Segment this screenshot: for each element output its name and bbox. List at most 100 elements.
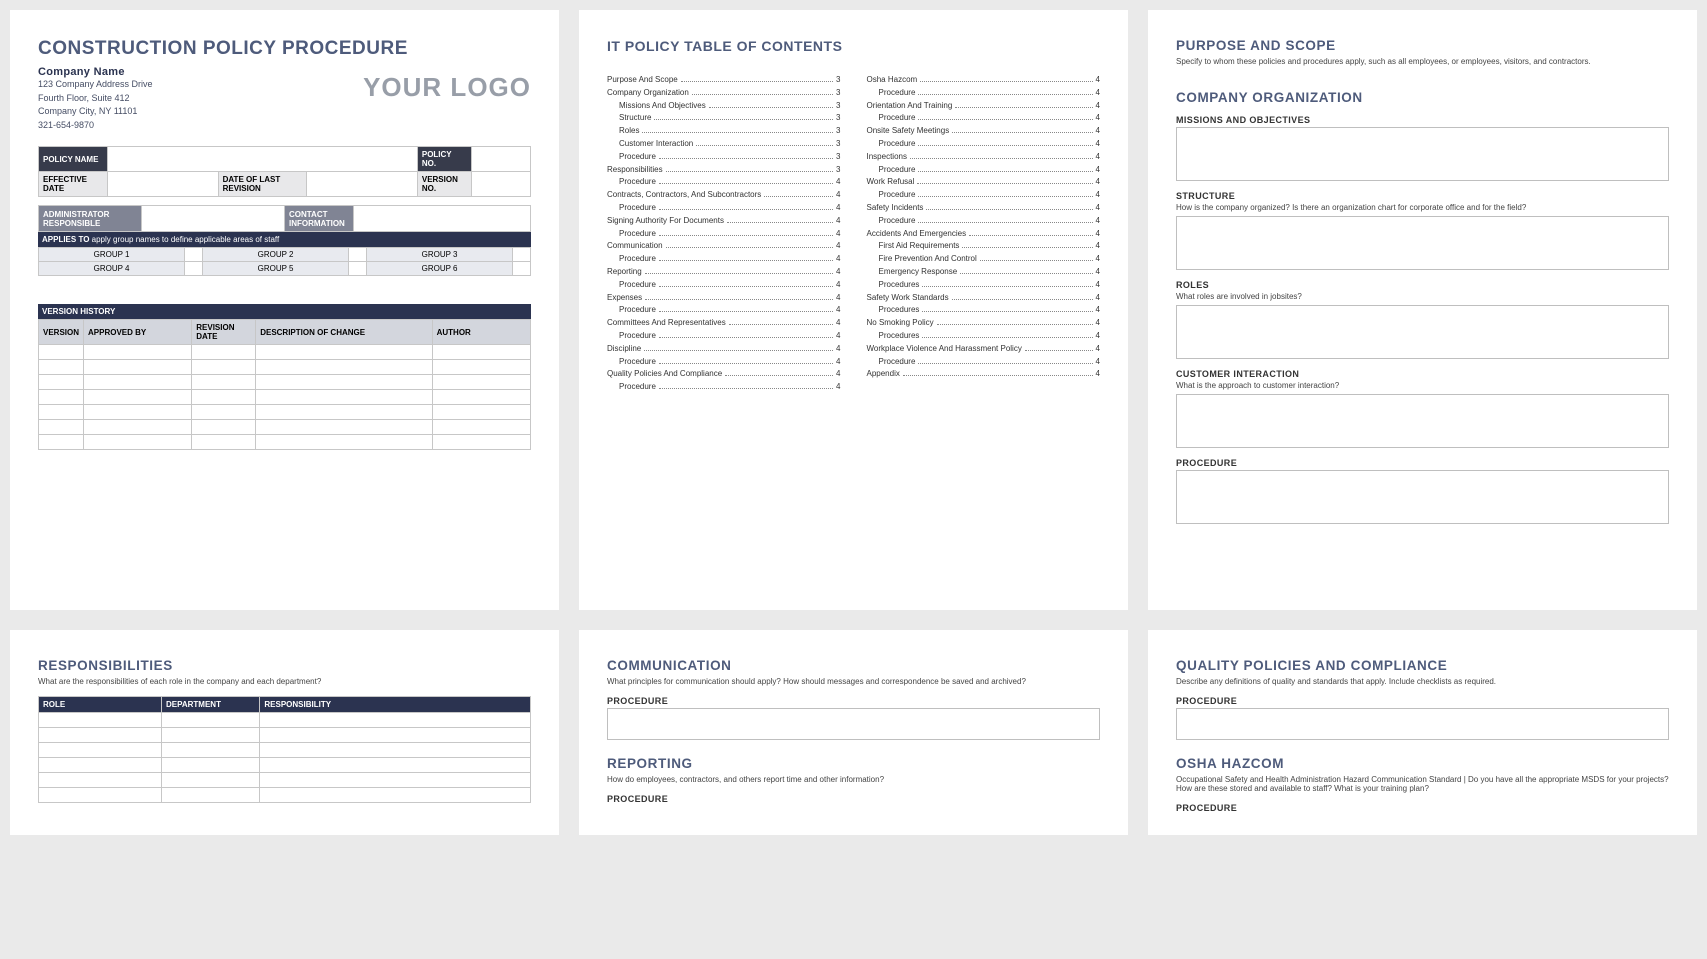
label-policy-no: POLICY NO. — [417, 147, 471, 172]
field-policy-no[interactable] — [471, 147, 530, 172]
toc-entry[interactable]: Safety Work Standards4 — [867, 292, 1101, 305]
group-2[interactable]: GROUP 2 — [202, 248, 348, 262]
field-policy-name[interactable] — [107, 147, 417, 172]
toc-entry[interactable]: Responsibilities3 — [607, 164, 841, 177]
toc-entry[interactable]: First Aid Requirements4 — [867, 240, 1101, 253]
sub-quality-procedure: PROCEDURE — [1176, 696, 1669, 706]
toc-entry[interactable]: Structure3 — [607, 112, 841, 125]
sub-custint: CUSTOMER INTERACTION — [1176, 369, 1669, 379]
label-last-rev: DATE OF LAST REVISION — [218, 172, 307, 197]
toc-entry[interactable]: Procedures4 — [867, 304, 1101, 317]
groups-table: GROUP 1 GROUP 2 GROUP 3 GROUP 4 GROUP 5 … — [38, 247, 531, 276]
toc-entry[interactable]: Procedure4 — [867, 164, 1101, 177]
group-1[interactable]: GROUP 1 — [39, 248, 185, 262]
label-admin: ADMINISTRATOR RESPONSIBLE — [39, 206, 142, 232]
field-effective-date[interactable] — [107, 172, 218, 197]
toc-entry[interactable]: Procedure4 — [867, 189, 1101, 202]
field-last-rev[interactable] — [307, 172, 418, 197]
field-contact[interactable] — [353, 206, 530, 232]
toc-entry[interactable]: Procedure4 — [607, 304, 841, 317]
toc-entry[interactable]: Inspections4 — [867, 151, 1101, 164]
toc-entry[interactable]: Procedures4 — [867, 279, 1101, 292]
field-admin[interactable] — [142, 206, 285, 232]
field-version-no[interactable] — [471, 172, 530, 197]
group-3[interactable]: GROUP 3 — [366, 248, 512, 262]
toc-entry[interactable]: Procedure4 — [607, 279, 841, 292]
toc-entry[interactable]: Contracts, Contractors, And Subcontracto… — [607, 189, 841, 202]
field-quality-procedure[interactable] — [1176, 708, 1669, 740]
toc-entry[interactable]: Osha Hazcom4 — [867, 74, 1101, 87]
toc-entry[interactable]: Appendix4 — [867, 368, 1101, 381]
sec-purpose: PURPOSE AND SCOPE — [1176, 38, 1669, 53]
group-6[interactable]: GROUP 6 — [366, 262, 512, 276]
toc-entry[interactable]: Discipline4 — [607, 343, 841, 356]
label-policy-name: POLICY NAME — [39, 147, 108, 172]
page-5: COMMUNICATION What principles for commun… — [579, 630, 1128, 835]
toc-entry[interactable]: Procedure4 — [607, 176, 841, 189]
version-history-title: VERSION HISTORY — [38, 304, 531, 319]
sec-communication-desc: What principles for communication should… — [607, 677, 1100, 686]
sec-company-org: COMPANY ORGANIZATION — [1176, 90, 1669, 105]
resp-col-dept: DEPARTMENT — [162, 697, 260, 713]
field-procedure[interactable] — [1176, 470, 1669, 524]
resp-col-resp: RESPONSIBILITY — [260, 697, 531, 713]
toc-entry[interactable]: Procedure4 — [867, 87, 1101, 100]
field-custint[interactable] — [1176, 394, 1669, 448]
field-missions[interactable] — [1176, 127, 1669, 181]
toc-entry[interactable]: Onsite Safety Meetings4 — [867, 125, 1101, 138]
toc-entry[interactable]: Workplace Violence And Harassment Policy… — [867, 343, 1101, 356]
toc-entry[interactable]: Company Organization3 — [607, 87, 841, 100]
field-roles[interactable] — [1176, 305, 1669, 359]
field-comm-procedure[interactable] — [607, 708, 1100, 740]
toc-entry[interactable]: Committees And Representatives4 — [607, 317, 841, 330]
sec-osha: OSHA HAZCOM — [1176, 756, 1669, 771]
page-4: RESPONSIBILITIES What are the responsibi… — [10, 630, 559, 835]
sub-custint-desc: What is the approach to customer interac… — [1176, 381, 1669, 390]
sub-structure-desc: How is the company organized? Is there a… — [1176, 203, 1669, 212]
toc-entry[interactable]: Emergency Response4 — [867, 266, 1101, 279]
label-applies-to: APPLIES TO — [42, 235, 89, 244]
toc-entry[interactable]: Accidents And Emergencies4 — [867, 228, 1101, 241]
sub-report-procedure: PROCEDURE — [607, 794, 1100, 804]
toc-entry[interactable]: Procedure4 — [607, 253, 841, 266]
sec-communication: COMMUNICATION — [607, 658, 1100, 673]
toc-entry[interactable]: Procedure4 — [607, 381, 841, 394]
version-history-table: VERSION APPROVED BY REVISION DATE DESCRI… — [38, 319, 531, 450]
toc-entry[interactable]: Communication4 — [607, 240, 841, 253]
group-5[interactable]: GROUP 5 — [202, 262, 348, 276]
toc-entry[interactable]: Procedures4 — [867, 330, 1101, 343]
toc-entry[interactable]: Expenses4 — [607, 292, 841, 305]
toc-entry[interactable]: Missions And Objectives3 — [607, 100, 841, 113]
toc-entry[interactable]: Fire Prevention And Control4 — [867, 253, 1101, 266]
toc-entry[interactable]: Roles3 — [607, 125, 841, 138]
label-effective-date: EFFECTIVE DATE — [39, 172, 108, 197]
toc-entry[interactable]: Procedure4 — [607, 356, 841, 369]
toc-entry[interactable]: Procedure4 — [867, 356, 1101, 369]
toc-entry[interactable]: Reporting4 — [607, 266, 841, 279]
toc-entry[interactable]: Procedure4 — [867, 138, 1101, 151]
toc-entry[interactable]: Quality Policies And Compliance4 — [607, 368, 841, 381]
toc-entry[interactable]: Procedure4 — [607, 202, 841, 215]
toc-entry[interactable]: Signing Authority For Documents4 — [607, 215, 841, 228]
sub-roles: ROLES — [1176, 280, 1669, 290]
toc-entry[interactable]: Procedure4 — [607, 228, 841, 241]
toc-entry[interactable]: Work Refusal4 — [867, 176, 1101, 189]
toc-entry[interactable]: Procedure4 — [867, 215, 1101, 228]
company-block: Company Name 123 Company Address Drive F… — [38, 66, 531, 132]
sec-quality-desc: Describe any definitions of quality and … — [1176, 677, 1669, 686]
group-4[interactable]: GROUP 4 — [39, 262, 185, 276]
toc-entry[interactable]: Procedure3 — [607, 151, 841, 164]
toc-entry[interactable]: Procedure4 — [867, 112, 1101, 125]
logo-placeholder: YOUR LOGO — [363, 72, 531, 103]
toc-entry[interactable]: Procedure4 — [607, 330, 841, 343]
page-1: CONSTRUCTION POLICY PROCEDURE Company Na… — [10, 10, 559, 610]
toc-entry[interactable]: Orientation And Training4 — [867, 100, 1101, 113]
page-6: QUALITY POLICIES AND COMPLIANCE Describe… — [1148, 630, 1697, 835]
applies-desc: apply group names to define applicable a… — [92, 235, 280, 244]
field-structure[interactable] — [1176, 216, 1669, 270]
page-2-toc: IT POLICY TABLE OF CONTENTS Purpose And … — [579, 10, 1128, 610]
toc-entry[interactable]: Purpose And Scope3 — [607, 74, 841, 87]
toc-entry[interactable]: Safety Incidents4 — [867, 202, 1101, 215]
toc-entry[interactable]: Customer Interaction3 — [607, 138, 841, 151]
toc-entry[interactable]: No Smoking Policy4 — [867, 317, 1101, 330]
